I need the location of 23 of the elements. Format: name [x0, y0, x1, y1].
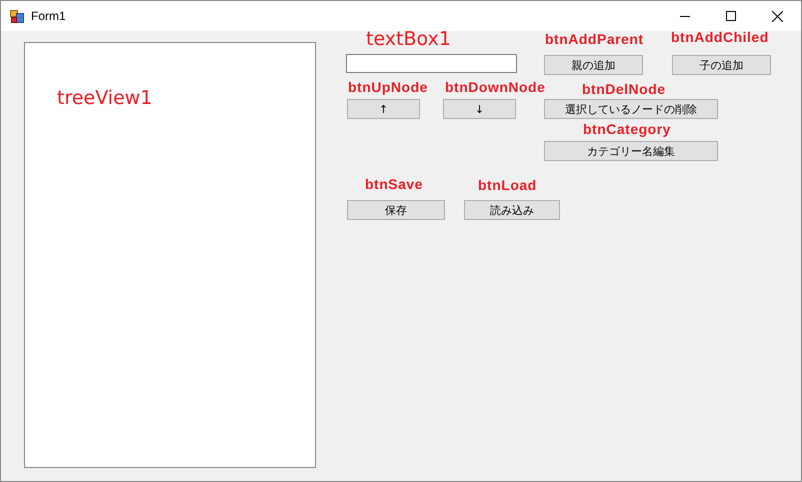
- form-button[interactable]: 子の追加: [672, 55, 771, 75]
- control-annotation: btnDelNode: [582, 82, 666, 96]
- control-annotation: btnLoad: [478, 178, 537, 192]
- close-icon[interactable]: [772, 10, 783, 22]
- control-annotation: btnUpNode: [348, 80, 428, 94]
- form-button[interactable]: カテゴリー名編集: [544, 141, 718, 161]
- form-icon: [10, 10, 24, 22]
- form-button[interactable]: 読み込み: [464, 200, 560, 220]
- control-annotation: textBox1: [366, 30, 451, 49]
- form-button[interactable]: ↓: [443, 99, 516, 119]
- form-button[interactable]: 親の追加: [544, 55, 643, 75]
- maximize-icon[interactable]: [726, 11, 736, 21]
- control-annotation: btnSave: [365, 177, 423, 191]
- control-annotation: btnDownNode: [445, 80, 546, 94]
- control-annotation: btnAddChiled: [671, 30, 769, 44]
- control-annotation: btnCategory: [583, 122, 671, 136]
- window-title: Form1: [31, 9, 66, 23]
- control-annotation: btnAddParent: [545, 32, 644, 46]
- text-field[interactable]: [346, 54, 517, 73]
- tree-view-annotation: treeView1: [57, 89, 152, 108]
- form-button[interactable]: ↑: [347, 99, 420, 119]
- form-button[interactable]: 保存: [347, 200, 445, 220]
- form-button[interactable]: 選択しているノードの削除: [544, 99, 718, 119]
